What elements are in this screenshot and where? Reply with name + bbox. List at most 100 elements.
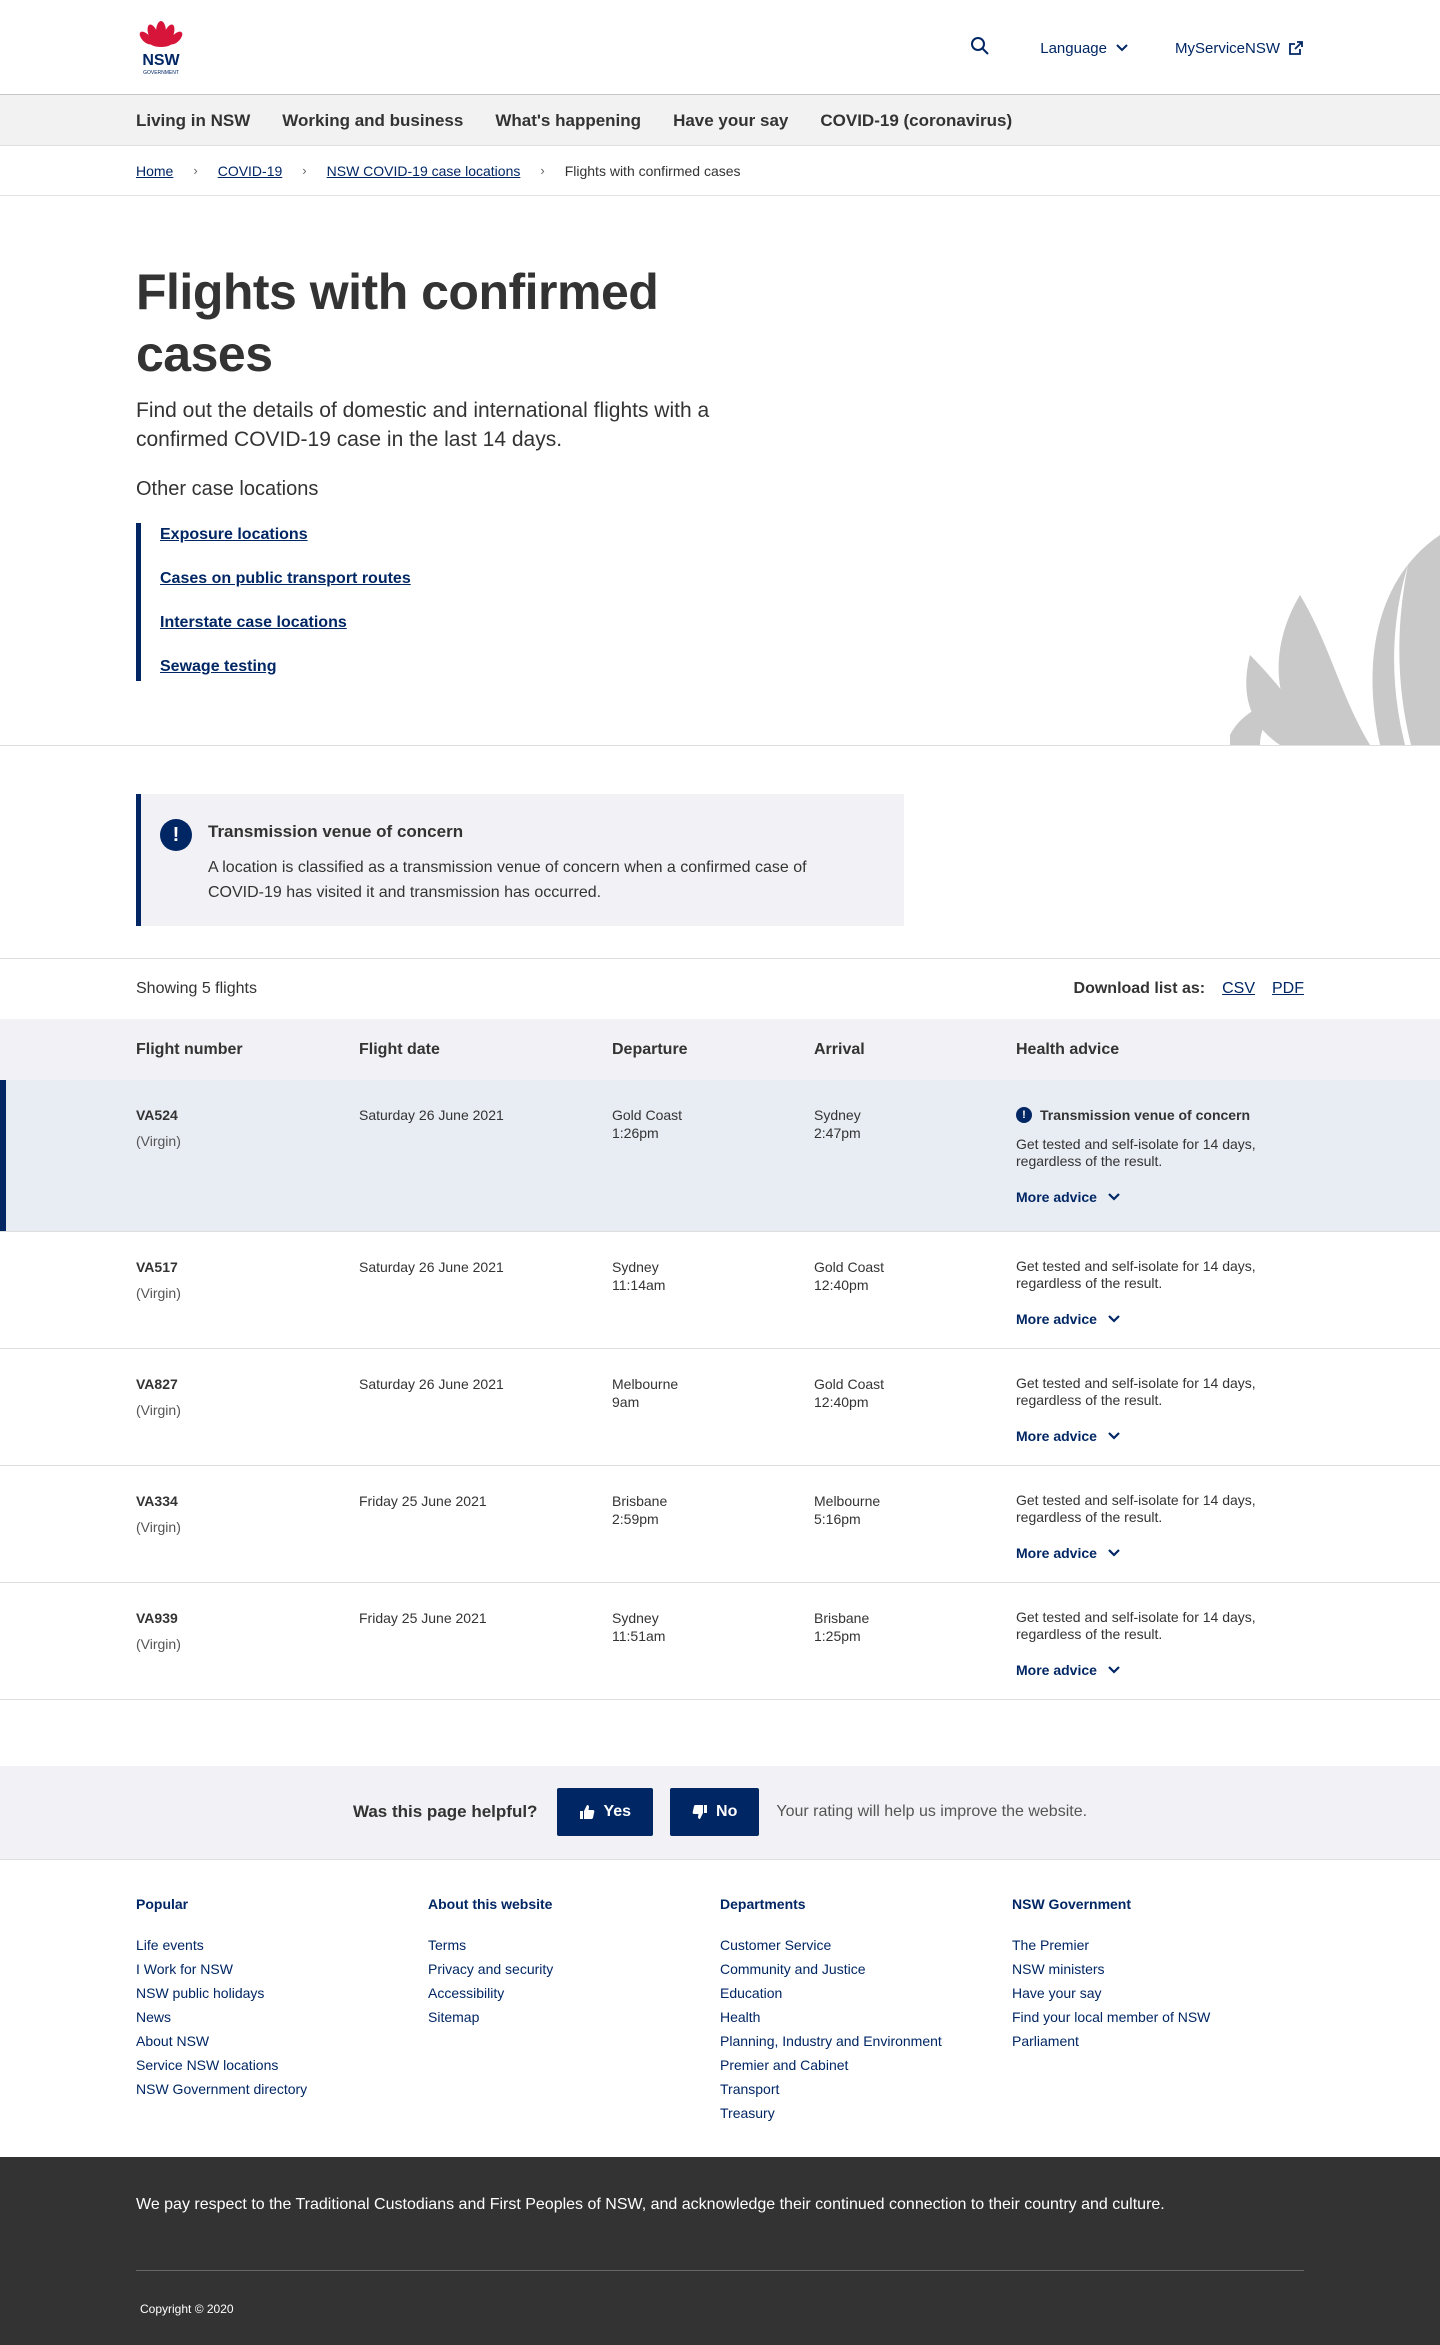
no-label: No — [716, 1803, 738, 1820]
link-interstate-case-locations[interactable]: Interstate case locations — [160, 613, 411, 633]
nav-item-working-and-business[interactable]: Working and business — [282, 111, 463, 131]
link-sewage-testing[interactable]: Sewage testing — [160, 657, 411, 677]
search-button[interactable] — [970, 36, 994, 60]
footer-link[interactable]: Planning, Industry and Environment — [720, 2029, 1012, 2053]
departure-place: Sydney — [612, 1258, 659, 1275]
table-row: VA524 (Virgin) Saturday 26 June 2021 Gold… — [0, 1080, 1440, 1231]
nav-item-living-in-nsw[interactable]: Living in NSW — [136, 111, 250, 131]
breadcrumb-home[interactable]: Home — [136, 163, 173, 179]
more-advice-toggle[interactable]: More advice — [1016, 1544, 1304, 1562]
footer-link[interactable]: Treasury — [720, 2101, 1012, 2125]
footer-link[interactable]: Community and Justice — [720, 1957, 1012, 1981]
footer-link[interactable]: News — [136, 2005, 428, 2029]
chevron-down-icon — [1108, 1193, 1120, 1201]
footer-link[interactable]: Life events — [136, 1933, 428, 1957]
footer-link[interactable]: Terms — [428, 1933, 720, 1957]
chevron-right-icon: › — [540, 163, 545, 178]
chevron-down-icon — [1108, 1431, 1120, 1440]
departure-time: 11:14am — [612, 1276, 666, 1293]
download-options: Download list as: CSV PDF — [1074, 980, 1304, 998]
departure-place: Gold Coast — [612, 1107, 683, 1123]
flight-date: Friday 25 June 2021 — [359, 1492, 487, 1509]
header-health-advice: Health advice — [1016, 1040, 1120, 1058]
acknowledgement-band: We pay respect to the Traditional Custod… — [0, 2156, 1440, 2345]
breadcrumb: Home › COVID-19 › NSW COVID-19 case loca… — [0, 146, 1440, 196]
header-flight-date: Flight date — [359, 1040, 440, 1058]
flight-date: Friday 25 June 2021 — [359, 1609, 487, 1626]
more-advice-toggle[interactable]: More advice — [1016, 1188, 1304, 1206]
arrival-time: 2:47pm — [814, 1125, 861, 1141]
breadcrumb-covid-19[interactable]: COVID-19 — [218, 163, 283, 179]
arrival-place: Sydney — [814, 1107, 861, 1123]
footer-link[interactable]: I Work for NSW — [136, 1957, 428, 1981]
table-row: VA827 (Virgin) Saturday 26 June 2021 Melb… — [0, 1348, 1440, 1465]
header-flight-number: Flight number — [136, 1040, 243, 1058]
more-advice-toggle[interactable]: More advice — [1016, 1661, 1304, 1679]
nav-item-covid-19[interactable]: COVID-19 (coronavirus) — [820, 111, 1012, 131]
download-csv-link[interactable]: CSV — [1222, 980, 1255, 998]
download-label: Download list as: — [1073, 980, 1206, 997]
footer-link[interactable]: Premier and Cabinet — [720, 2053, 1012, 2077]
flights-table: Flight number Flight date Departure Arri… — [0, 1019, 1440, 1700]
more-advice-toggle[interactable]: More advice — [1016, 1427, 1304, 1445]
chevron-right-icon: › — [193, 163, 198, 178]
health-advice: Get tested and self-isolate for 14 days,… — [1016, 1136, 1256, 1169]
callout-body: A location is classified as a transmissi… — [208, 859, 807, 901]
nsw-government-logo[interactable]: NSW GOVERNMENT — [136, 20, 186, 76]
badge-label: Transmission venue of concern — [1040, 1107, 1251, 1123]
hero-section: Flights with confirmed cases Find out th… — [0, 196, 1440, 746]
footer-link[interactable]: Privacy and security — [428, 1957, 720, 1981]
thumbs-up-icon — [580, 1805, 595, 1819]
footer-link[interactable]: NSW Government directory — [136, 2077, 428, 2101]
more-advice-label: More advice — [1016, 1189, 1097, 1205]
footer-column-about: About this website Terms Privacy and sec… — [428, 1896, 720, 2125]
myservicensw-link[interactable]: MyServiceNSW — [1175, 40, 1304, 57]
footer-link[interactable]: Parliament — [1012, 2029, 1304, 2053]
site-header: NSW GOVERNMENT Language MyServiceNSW — [0, 0, 1440, 95]
link-exposure-locations[interactable]: Exposure locations — [160, 525, 411, 545]
nav-item-have-your-say[interactable]: Have your say — [673, 111, 788, 131]
feedback-yes-button[interactable]: Yes — [557, 1788, 654, 1836]
footer-link[interactable]: Customer Service — [720, 1933, 1012, 1957]
footer-link[interactable]: About NSW — [136, 2029, 428, 2053]
arrival-place: Melbourne — [814, 1492, 881, 1509]
airline: (Virgin) — [136, 1401, 181, 1418]
nav-item-whats-happening[interactable]: What's happening — [495, 111, 641, 131]
health-advice: Get tested and self-isolate for 14 days,… — [1016, 1374, 1256, 1408]
more-advice-label: More advice — [1016, 1544, 1097, 1561]
footer-link[interactable]: Service NSW locations — [136, 2053, 428, 2077]
footer-link[interactable]: Transport — [720, 2077, 1012, 2101]
chevron-right-icon: › — [302, 163, 307, 178]
more-advice-toggle[interactable]: More advice — [1016, 1310, 1304, 1328]
footer-link[interactable]: Health — [720, 2005, 1012, 2029]
footer-link[interactable]: Accessibility — [428, 1981, 720, 2005]
airline: (Virgin) — [136, 1133, 181, 1149]
transmission-venue-callout: ! Transmission venue of concern A locati… — [136, 794, 904, 926]
footer-link[interactable]: Education — [720, 1981, 1012, 2005]
feedback-no-button[interactable]: No — [670, 1788, 760, 1836]
language-selector[interactable]: Language — [1040, 40, 1129, 57]
arrival-time: 12:40pm — [814, 1276, 869, 1293]
svg-text:NSW: NSW — [142, 52, 180, 69]
feedback-note: Your rating will help us improve the web… — [776, 1803, 1088, 1820]
arrival-time: 1:25pm — [814, 1627, 861, 1644]
footer-link[interactable]: Sitemap — [428, 2005, 720, 2029]
download-pdf-link[interactable]: PDF — [1272, 980, 1304, 998]
footer-link[interactable]: NSW ministers — [1012, 1957, 1304, 1981]
copyright: Copyright © 2020 — [140, 2301, 234, 2316]
departure-time: 11:51am — [612, 1627, 666, 1644]
footer-link[interactable]: NSW public holidays — [136, 1981, 428, 2005]
footer-link[interactable]: The Premier — [1012, 1933, 1304, 1957]
flight-number: VA827 — [136, 1375, 178, 1392]
link-public-transport-routes[interactable]: Cases on public transport routes — [160, 569, 411, 589]
departure-place: Brisbane — [612, 1492, 668, 1509]
external-link-icon — [1289, 41, 1303, 55]
page-title: Flights with confirmed cases — [136, 264, 659, 382]
flight-date: Saturday 26 June 2021 — [359, 1258, 504, 1275]
breadcrumb-case-locations[interactable]: NSW COVID-19 case locations — [327, 163, 521, 179]
alert-icon: ! — [160, 819, 192, 851]
footer-link[interactable]: Have your say — [1012, 1981, 1304, 2005]
results-count: Showing 5 flights — [136, 980, 257, 997]
thumbs-down-icon — [692, 1805, 708, 1819]
footer-link[interactable]: Find your local member of NSW — [1012, 2005, 1304, 2029]
